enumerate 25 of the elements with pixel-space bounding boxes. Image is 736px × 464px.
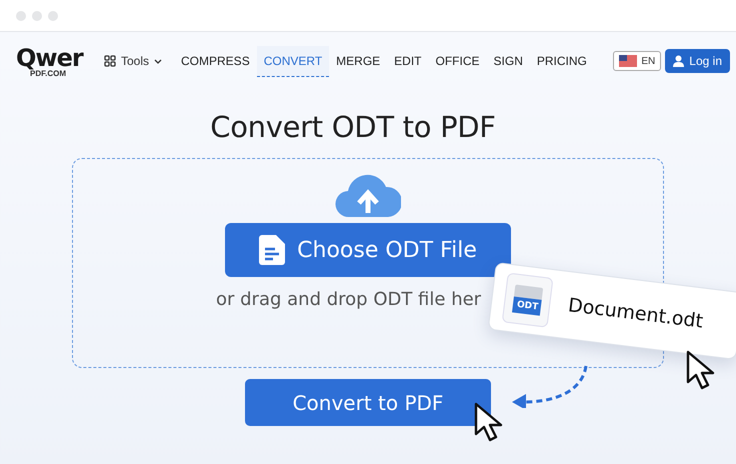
- document-icon: [259, 235, 286, 265]
- caret-icon: [154, 58, 162, 64]
- login-button[interactable]: Log in: [665, 49, 730, 73]
- grid-icon: [104, 55, 116, 67]
- convert-button[interactable]: Convert to PDF: [245, 379, 491, 426]
- nav-tab[interactable]: PRICING: [530, 46, 594, 76]
- nav-tab[interactable]: EDIT: [387, 46, 429, 76]
- user-icon: [673, 55, 684, 67]
- logo-wordmark: Qwer: [16, 44, 82, 72]
- cursor-icon: [686, 350, 716, 390]
- cursor-icon: [474, 402, 504, 442]
- nav-tab[interactable]: MERGE: [329, 46, 388, 76]
- drag-drop-hint: or drag and drop ODT file her: [216, 289, 482, 310]
- choose-file-button[interactable]: Choose ODT File: [225, 223, 511, 277]
- logo-domain: PDF.COM: [30, 70, 66, 78]
- nav-tab[interactable]: COMPRESS: [174, 46, 257, 76]
- cloud-upload-icon: [335, 173, 401, 219]
- nav-tab[interactable]: CONVERT: [256, 46, 330, 76]
- nav-tab[interactable]: SIGN: [486, 46, 530, 76]
- flag-icon: [619, 55, 638, 67]
- language-selector[interactable]: EN: [613, 51, 662, 71]
- tools-menu[interactable]: Tools: [121, 54, 150, 68]
- file-icon: ODT: [502, 272, 554, 328]
- nav-tab[interactable]: OFFICE: [428, 46, 487, 76]
- page-title: Convert ODT to PDF: [210, 110, 496, 144]
